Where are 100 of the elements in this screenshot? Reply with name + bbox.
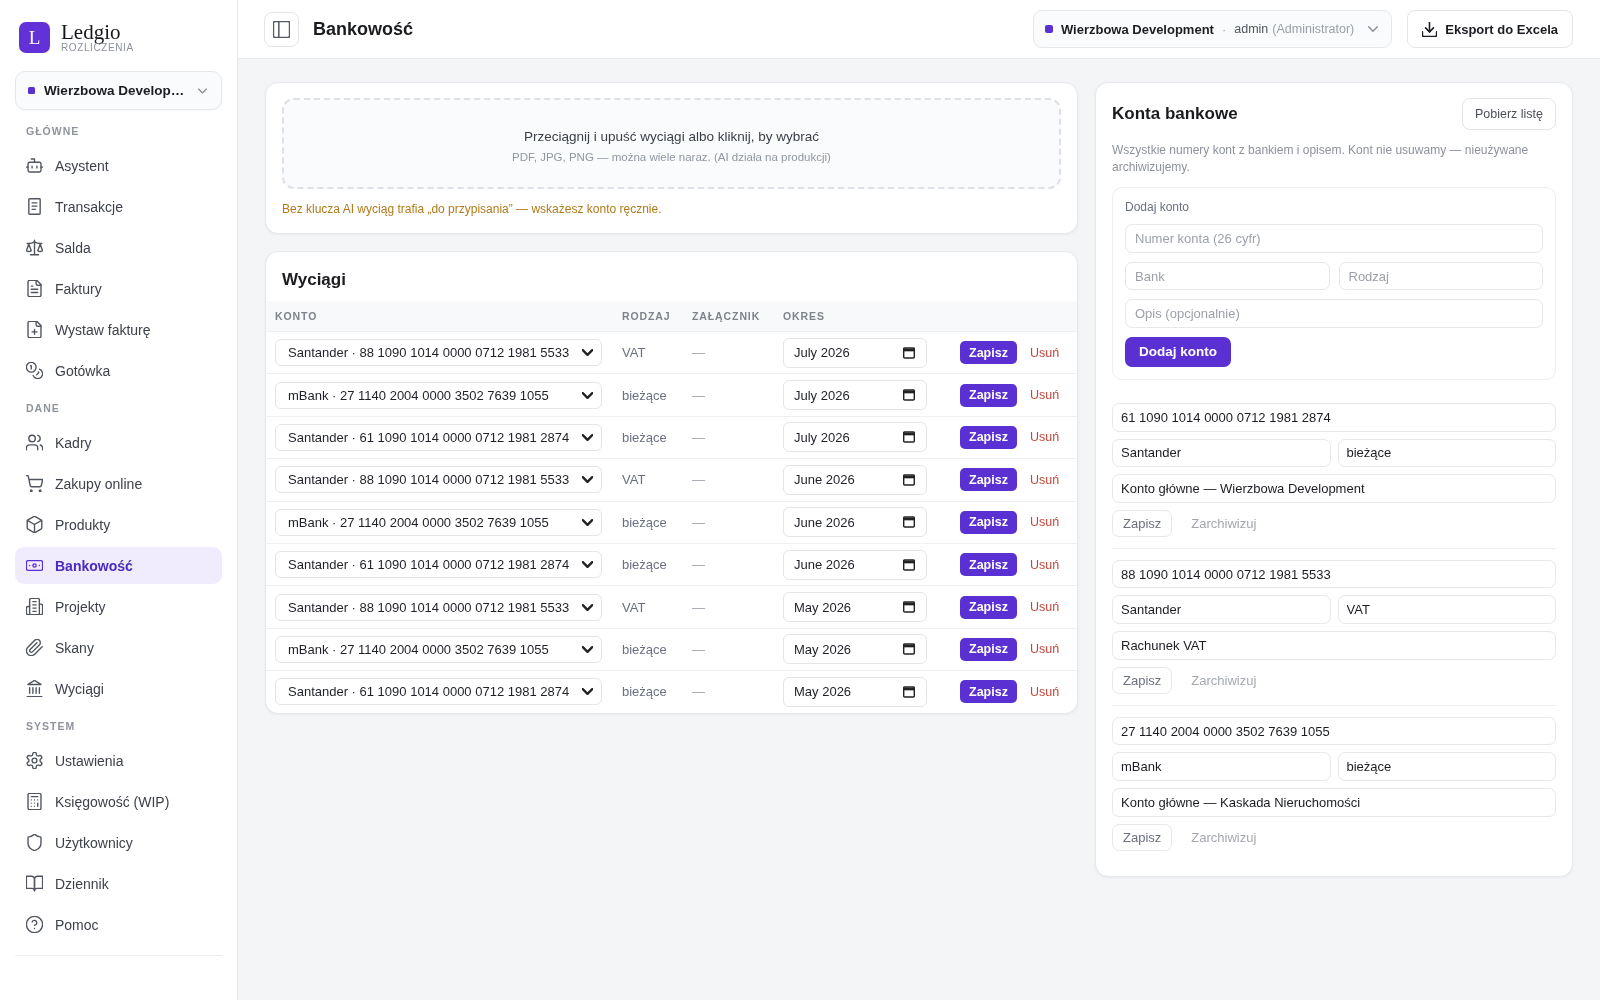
account-select[interactable]: mBank · 27 1140 2004 0000 3502 7639 1055 [275,381,602,409]
account-select[interactable]: Santander · 88 1090 1014 0000 0712 1981 5533 [275,339,602,367]
save-button[interactable]: Zapisz [960,680,1017,704]
users-icon [26,434,43,451]
period-field[interactable]: June 2026 [783,464,927,495]
delete-button[interactable]: Usuń [1029,515,1060,530]
account-select[interactable]: Santander · 88 1090 1014 0000 0712 1981 5533 [275,466,602,494]
settings-icon [26,752,43,769]
calendar-icon [903,643,915,656]
bank-field[interactable]: Santander [1112,438,1331,468]
bank-field[interactable]: mBank [1112,752,1331,781]
shield-icon [26,834,43,851]
dropzone-title: Przeciągnij i upuść wyciągi albo kliknij, by wybrać [524,128,819,144]
nav-item[interactable]: Kadry [15,424,222,461]
save-button[interactable]: Zapisz [960,425,1017,449]
account-number-field[interactable]: 61 1090 1014 0000 0712 1981 2874 [1112,402,1556,432]
description-field[interactable]: Konto główne — Kaskada Nieruchomości [1112,787,1556,817]
nav-item[interactable]: Gotówka [15,352,222,389]
delete-button[interactable]: Usuń [1029,345,1060,360]
nav-item[interactable]: Produkty [15,506,222,543]
nav-item[interactable]: Użytkownicy [15,824,222,861]
account-number-field[interactable]: 88 1090 1014 0000 0712 1981 5533 [1112,559,1556,589]
period-field[interactable]: May 2026 [783,676,927,707]
save-button[interactable]: Zapisz [960,468,1017,492]
upload-notice: Bez klucza AI wyciąg trafia „do przypisania” — wskażesz konto ręcznie. [282,202,663,217]
save-button[interactable]: Zapisz [960,553,1017,577]
delete-button[interactable]: Usuń [1029,557,1060,572]
nav-item[interactable]: Transakcje [15,188,222,225]
delete-button[interactable]: Usuń [1029,600,1060,615]
delete-button[interactable]: Usuń [1029,430,1060,445]
organization-user-switcher[interactable]: Wierzbowa Development · admin (Administrator) [1032,10,1393,48]
attachment-text: — [692,387,705,403]
account-type-field[interactable]: Rodzaj [1338,261,1543,291]
description-field[interactable]: Rachunek VAT [1112,631,1556,660]
nav-item[interactable]: Skany [15,629,222,666]
save-button[interactable]: Zapisz [960,510,1017,534]
nav-item[interactable]: Asystent [15,147,222,184]
description-field[interactable]: Opis (opcjonalnie) [1125,299,1543,328]
account-select[interactable]: Santander · 61 1090 1014 0000 0712 1981 2874 [275,423,602,451]
account-type-field[interactable]: VAT [1337,595,1556,625]
save-button[interactable]: Zapisz [960,341,1017,365]
calendar-icon [903,601,915,614]
period-field[interactable]: July 2026 [783,422,927,453]
period-field[interactable]: July 2026 [783,380,927,411]
download-list-button[interactable]: Pobierz listę [1461,98,1556,130]
account-select[interactable]: Santander · 61 1090 1014 0000 0712 1981 2874 [275,551,602,579]
chevron-down-icon [198,87,207,94]
period-field[interactable]: May 2026 [783,592,927,623]
nav-item[interactable]: Wystaw fakturę [15,311,222,348]
document-plus-icon [26,321,43,338]
account-select[interactable]: Santander · 61 1090 1014 0000 0712 1981 2874 [275,678,602,706]
account-select[interactable]: mBank · 27 1140 2004 0000 3502 7639 1055 [275,508,602,536]
book-icon [26,875,43,892]
account-type-field[interactable]: bieżące [1337,752,1556,781]
export-button[interactable]: Eksport do Excela [1407,10,1573,48]
bank-field[interactable]: Bank [1125,261,1330,291]
upload-dropzone[interactable]: Przeciągnij i upuść wyciągi albo kliknij, by wybrać PDF, JPG, PNG — można wiele naraz. (AI działa na produkcji) [282,98,1061,189]
delete-button[interactable]: Usuń [1029,642,1060,657]
account-number-field[interactable]: 27 1140 2004 0000 3502 7639 1055 [1112,716,1556,746]
nav-item[interactable]: Księgowość (WIP) [15,783,222,820]
description-field[interactable]: Konto główne — Wierzbowa Development [1112,474,1556,503]
receipt-icon [26,198,43,215]
save-button[interactable]: Zapisz [1112,823,1173,852]
save-button[interactable]: Zapisz [960,637,1017,661]
period-field[interactable]: June 2026 [783,507,927,538]
delete-button[interactable]: Usuń [1029,684,1060,699]
organization-selector[interactable]: Wierzbowa Develop… [15,71,222,110]
nav-item[interactable]: Projekty [15,588,222,625]
package-icon [26,516,43,533]
column-header: OKRES [782,310,826,322]
account-type-text: VAT [622,345,646,361]
attachment-text: — [692,472,705,488]
account-select[interactable]: Santander · 88 1090 1014 0000 0712 1981 5533 [275,593,602,621]
account-number-field[interactable]: Numer konta (26 cyfr) [1125,224,1543,253]
delete-button[interactable]: Usuń [1029,388,1060,403]
add-account-button[interactable]: Dodaj konto [1125,336,1231,367]
period-field[interactable]: June 2026 [783,549,927,580]
account-select[interactable]: mBank · 27 1140 2004 0000 3502 7639 1055 [275,635,602,663]
bank-field[interactable]: Santander [1112,595,1331,625]
save-button[interactable]: Zapisz [960,595,1017,619]
delete-button[interactable]: Usuń [1029,472,1060,487]
save-button[interactable]: Zapisz [1112,509,1173,538]
account-type-field[interactable]: bieżące [1337,438,1556,468]
period-field[interactable]: May 2026 [783,634,927,665]
sidebar-toggle-button[interactable] [264,11,299,47]
chevron-down-icon [1368,26,1379,32]
calendar-icon [903,473,915,486]
save-button[interactable]: Zapisz [1112,666,1173,695]
nav-item[interactable]: Wyciągi [15,670,222,707]
nav-item[interactable]: Dziennik [15,865,222,902]
nav-item[interactable]: Pomoc [15,906,222,943]
nav-item[interactable]: Bankowość [15,547,222,584]
period-field[interactable]: July 2026 [783,337,927,368]
nav-item[interactable]: Faktury [15,270,222,307]
building-icon [26,598,43,615]
nav-item[interactable]: Ustawienia [15,742,222,779]
save-button[interactable]: Zapisz [960,383,1017,407]
org-marker-icon [1044,25,1053,33]
nav-item[interactable]: Salda [15,229,222,266]
nav-item[interactable]: Zakupy online [15,465,222,502]
